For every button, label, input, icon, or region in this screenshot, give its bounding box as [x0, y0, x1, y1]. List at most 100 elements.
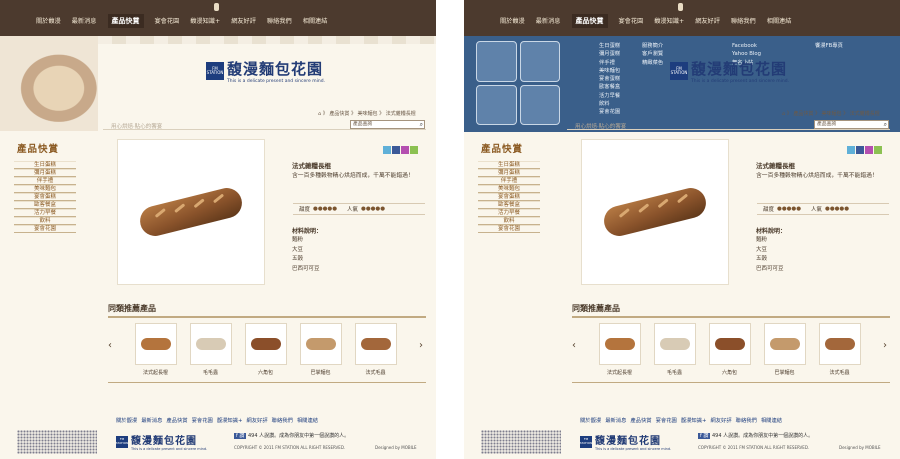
recommend-image[interactable] [354, 323, 397, 365]
recommend-image[interactable] [653, 323, 696, 365]
footer-nav-item[interactable]: 產品快賞 [630, 416, 651, 424]
nav-item[interactable]: 關於馥漫 [36, 16, 61, 28]
footer-nav-item[interactable]: 聯絡我們 [736, 416, 757, 424]
footer-nav-item[interactable]: 相關連結 [761, 416, 782, 424]
mega-item[interactable]: 宴會蛋糕 [599, 75, 620, 83]
like-button[interactable]: f 讚 [698, 433, 711, 439]
recommend-item[interactable]: 六角包 [242, 323, 289, 376]
sidebar-item[interactable]: 飲料 [14, 217, 76, 225]
footer-nav-item[interactable]: 產品快賞 [166, 416, 187, 424]
sidebar-item[interactable]: 生日蛋糕 [14, 161, 76, 169]
like-button[interactable]: f 讚 [234, 433, 247, 439]
recommend-item[interactable]: 法式起長棍 [132, 323, 179, 376]
twitter-icon[interactable] [383, 146, 391, 154]
recommend-item[interactable]: 巴掌麵包 [297, 323, 344, 376]
sidebar-item[interactable]: 飲料 [478, 217, 540, 225]
sidebar-item[interactable]: 宴會花園 [14, 225, 76, 233]
breadcrumb[interactable]: ⌂ 》 產品快賞 》 美味麵包 》 法式雜糧長棍 [318, 110, 416, 117]
facebook-like[interactable]: f 讚 494 人說讚。成為你朋友中第一個說讚的人。 [698, 432, 813, 439]
search-input[interactable]: 產品查詢 ⌕ [350, 120, 425, 129]
footer-nav-item[interactable]: 相關連結 [297, 416, 318, 424]
mega-item[interactable]: 飲料 [599, 100, 620, 108]
nav-item[interactable]: 最新消息 [536, 16, 561, 28]
sidebar-item[interactable]: 彌月蛋糕 [478, 169, 540, 177]
share-icon[interactable] [410, 146, 418, 154]
sidebar-item[interactable]: 生日蛋糕 [478, 161, 540, 169]
footer-nav-item[interactable]: 關於馥漫 [580, 416, 601, 424]
mega-item[interactable]: 精緻菜色 [642, 59, 663, 67]
recommend-item[interactable]: 巴掌麵包 [761, 323, 808, 376]
footer-nav-item[interactable]: 馥漫知識+ [217, 416, 243, 424]
sidebar-item[interactable]: 伴手禮 [14, 177, 76, 185]
mega-item[interactable]: 美味麵包 [599, 67, 620, 75]
nav-item[interactable]: 網友好評 [695, 16, 720, 28]
nav-item[interactable]: 關於馥漫 [500, 16, 525, 28]
nav-item[interactable]: 產品快賞 [571, 14, 608, 28]
footer-nav-item[interactable]: 馥漫知識+ [681, 416, 707, 424]
plurk-icon[interactable] [401, 146, 409, 154]
search-icon[interactable]: ⌕ [420, 121, 423, 128]
nav-item[interactable]: 網友好評 [231, 16, 256, 28]
brand-logo[interactable]: FM STATION 馥漫麵包花園 This is a delicate pres… [206, 58, 325, 84]
sidebar-item[interactable]: 活力早餐 [478, 209, 540, 217]
prev-arrow-icon[interactable]: ‹ [108, 340, 112, 351]
sidebar-item[interactable]: 歐客餐盒 [14, 201, 76, 209]
footer-nav-item[interactable]: 網友好評 [246, 416, 267, 424]
footer-nav-item[interactable]: 最新消息 [141, 416, 162, 424]
designed-by[interactable]: Designed by MOBILE [375, 445, 417, 450]
recommend-image[interactable] [708, 323, 751, 365]
share-icon[interactable] [874, 146, 882, 154]
twitter-icon[interactable] [847, 146, 855, 154]
sidebar-item[interactable]: 美味麵包 [14, 185, 76, 193]
sidebar-item[interactable]: 歐客餐盒 [478, 201, 540, 209]
footer-nav-item[interactable]: 網友好評 [710, 416, 731, 424]
brand-logo[interactable]: FM STATION 馥漫麵包花園 This is a delicate pres… [670, 58, 789, 84]
sidebar-item[interactable]: 宴會蛋糕 [14, 193, 76, 201]
nav-item[interactable]: 聯絡我們 [267, 16, 292, 28]
mega-item[interactable]: 彌月蛋糕 [599, 50, 620, 58]
mega-item[interactable]: 服務簡介 [642, 42, 663, 50]
search-icon[interactable]: ⌕ [884, 121, 887, 128]
footer-nav-item[interactable]: 宴會花園 [192, 416, 213, 424]
next-arrow-icon[interactable]: › [419, 340, 423, 351]
footer-logo[interactable]: FM STATION 馥漫麵包花園 This is a delicate pres… [580, 432, 671, 451]
recommend-item[interactable]: 法式毛蟲 [816, 323, 863, 376]
sidebar-item[interactable]: 美味麵包 [478, 185, 540, 193]
recommend-item[interactable]: 法式毛蟲 [352, 323, 399, 376]
footer-nav-item[interactable]: 最新消息 [605, 416, 626, 424]
designed-by[interactable]: Designed by MOBILE [839, 445, 881, 450]
sidebar-item[interactable]: 宴會花園 [478, 225, 540, 233]
plurk-icon[interactable] [865, 146, 873, 154]
nav-item[interactable]: 聯絡我們 [731, 16, 756, 28]
nav-item[interactable]: 宴會花園 [155, 16, 180, 28]
recommend-item[interactable]: 毛毛蟲 [651, 323, 698, 376]
recommend-item[interactable]: 六角包 [706, 323, 753, 376]
nav-item[interactable]: 相關連結 [767, 16, 792, 28]
recommend-image[interactable] [818, 323, 861, 365]
recommend-image[interactable] [134, 323, 177, 365]
mega-item[interactable]: 活力早餐 [599, 92, 620, 100]
recommend-image[interactable] [598, 323, 641, 365]
nav-item[interactable]: 馥漫知識+ [190, 16, 220, 28]
sidebar-item[interactable]: 彌月蛋糕 [14, 169, 76, 177]
facebook-icon[interactable] [392, 146, 400, 154]
recommend-item[interactable]: 毛毛蟲 [187, 323, 234, 376]
footer-nav-item[interactable]: 關於馥漫 [116, 416, 137, 424]
mega-item[interactable]: 伴手禮 [599, 59, 620, 67]
mega-item[interactable]: Facebook [732, 42, 761, 50]
breadcrumb[interactable]: ⌂ 》 產品快賞 》 美味麵包 》 法式雜糧長棍 [782, 110, 880, 117]
recommend-item[interactable]: 法式起長棍 [596, 323, 643, 376]
nav-item[interactable]: 產品快賞 [107, 14, 144, 28]
mega-item[interactable]: 歐客餐盒 [599, 83, 620, 91]
nav-item[interactable]: 宴會花園 [619, 16, 644, 28]
footer-nav-item[interactable]: 宴會花園 [656, 416, 677, 424]
next-arrow-icon[interactable]: › [883, 340, 887, 351]
mega-item[interactable]: 客戶瀏覽 [642, 50, 663, 58]
mega-item[interactable]: 宴會花園 [599, 108, 620, 116]
facebook-icon[interactable] [856, 146, 864, 154]
nav-item[interactable]: 最新消息 [72, 16, 97, 28]
sidebar-item[interactable]: 活力早餐 [14, 209, 76, 217]
mega-item[interactable]: 生日蛋糕 [599, 42, 620, 50]
recommend-image[interactable] [244, 323, 287, 365]
nav-item[interactable]: 馥漫知識+ [654, 16, 684, 28]
